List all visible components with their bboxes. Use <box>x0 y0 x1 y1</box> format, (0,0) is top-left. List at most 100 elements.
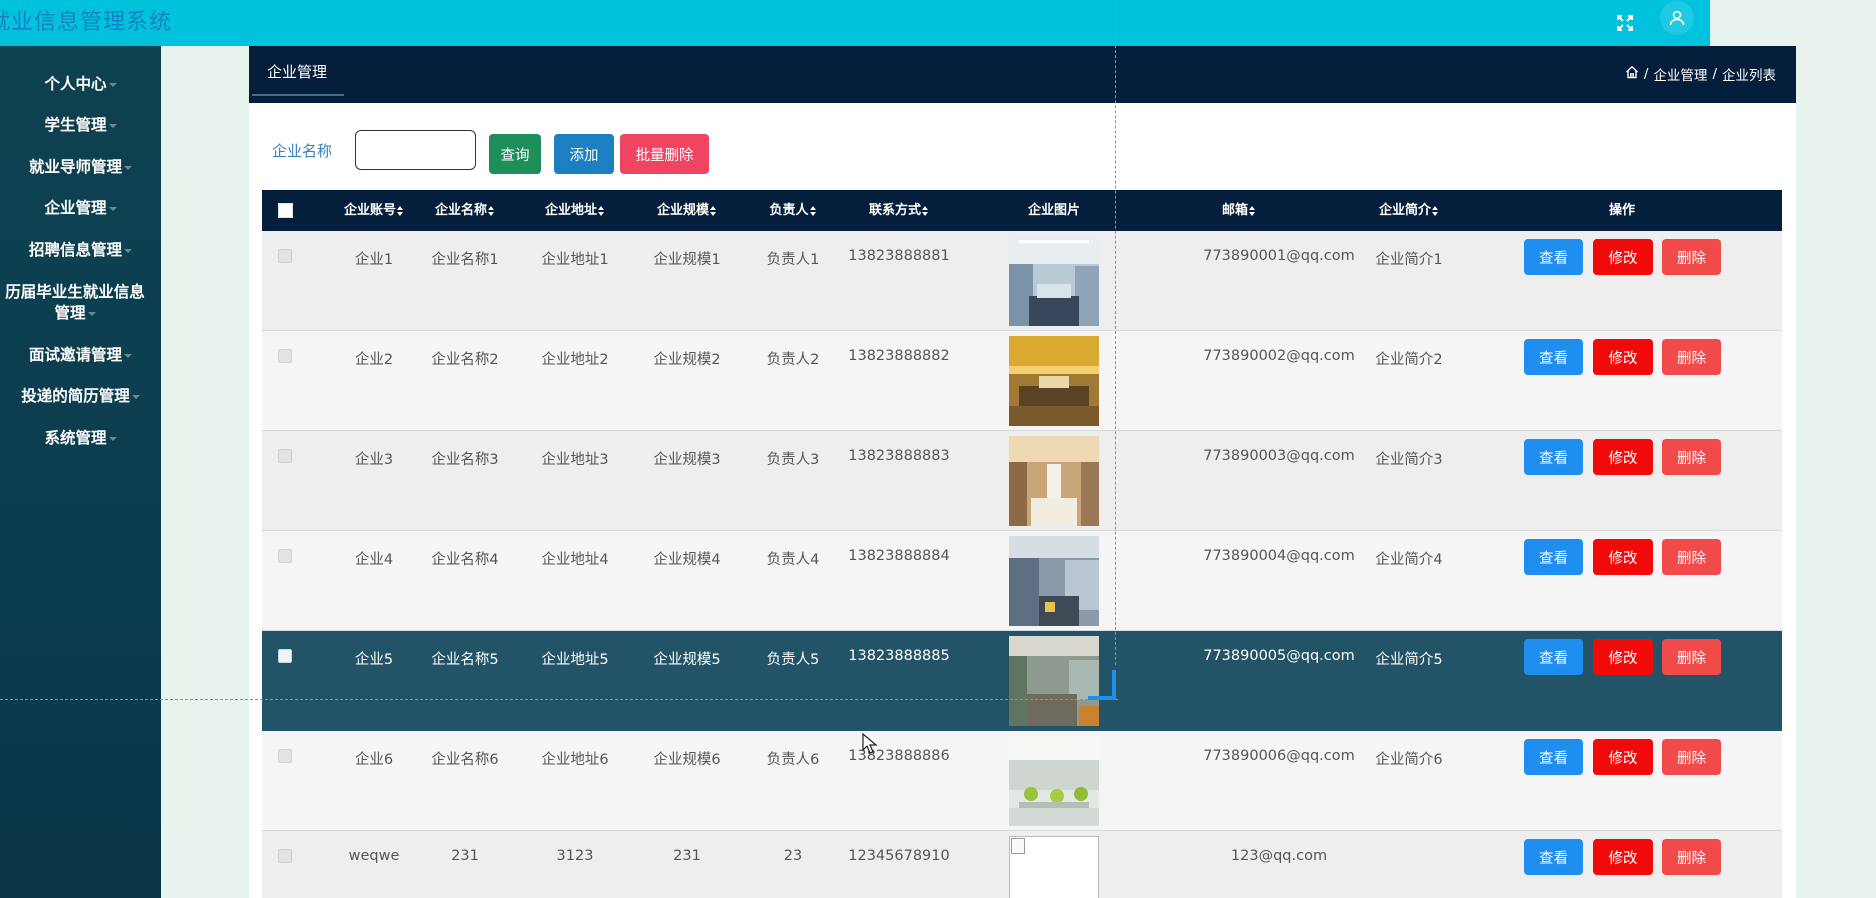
column-header-address[interactable]: 企业地址 <box>525 190 625 231</box>
selection-guide-horizontal <box>0 699 1118 700</box>
view-button[interactable]: 查看 <box>1524 239 1583 275</box>
sidebar-item-label-line2: 管理 <box>54 304 86 322</box>
user-icon[interactable] <box>1660 1 1694 35</box>
row-checkbox[interactable] <box>278 349 292 363</box>
enterprise-image[interactable] <box>1009 436 1099 526</box>
enterprise-image[interactable] <box>1009 736 1099 826</box>
row-checkbox[interactable] <box>278 549 292 563</box>
edit-button[interactable]: 修改 <box>1593 639 1653 675</box>
edit-button[interactable]: 修改 <box>1593 439 1653 475</box>
sidebar-item-system[interactable]: 系统管理 <box>0 428 161 449</box>
cell-name: 企业名称4 <box>431 552 499 568</box>
view-button[interactable]: 查看 <box>1524 339 1583 375</box>
cell-intro: 企业简介3 <box>1375 452 1443 468</box>
cell-email: 773890005@qq.com <box>1203 648 1355 664</box>
delete-button[interactable]: 删除 <box>1662 739 1721 775</box>
row-checkbox[interactable] <box>278 649 292 663</box>
column-header-email[interactable]: 邮箱 <box>1189 190 1289 231</box>
caret-down-icon <box>108 206 117 211</box>
row-checkbox[interactable] <box>278 449 292 463</box>
edit-button[interactable]: 修改 <box>1593 339 1653 375</box>
sort-icon[interactable] <box>922 205 929 216</box>
cell-scale: 企业规模4 <box>653 552 721 568</box>
selection-corner-handle[interactable] <box>1088 670 1116 700</box>
batch-delete-button[interactable]: 批量删除 <box>620 134 709 174</box>
cell-account: 企业6 <box>354 752 394 768</box>
enterprise-image[interactable] <box>1009 536 1099 626</box>
broken-image-icon[interactable] <box>1009 836 1099 898</box>
table-row[interactable]: 企业5 企业名称5 企业地址5 企业规模5 负责人5 13823888885 7… <box>262 631 1782 731</box>
sidebar-item-resumes[interactable]: 投递的简历管理 <box>0 386 161 407</box>
edit-button[interactable]: 修改 <box>1593 539 1653 575</box>
caret-down-icon <box>124 165 132 170</box>
table-row[interactable]: 企业4 企业名称4 企业地址4 企业规模4 负责人4 13823888884 7… <box>262 531 1782 631</box>
delete-button[interactable]: 删除 <box>1662 839 1721 875</box>
sort-icon[interactable] <box>1432 205 1439 216</box>
sort-icon[interactable] <box>397 205 404 216</box>
cell-scale: 企业规模3 <box>653 452 721 468</box>
table-row[interactable]: weqwe 231 3123 231 23 12345678910 123@qq… <box>262 831 1782 898</box>
view-button[interactable]: 查看 <box>1524 839 1583 875</box>
sidebar-item-personal-center[interactable]: 个人中心 <box>0 74 161 95</box>
sort-icon[interactable] <box>1249 205 1256 216</box>
sort-icon[interactable] <box>488 205 495 216</box>
cell-address: 企业地址3 <box>541 452 609 468</box>
table-header: 企业账号 企业名称 企业地址 企业规模 负责人 联系方式 企业图片 邮箱 企业简… <box>262 190 1782 231</box>
cell-address: 企业地址6 <box>541 752 609 768</box>
sidebar-item-mentors[interactable]: 就业导师管理 <box>0 157 161 178</box>
delete-button[interactable]: 删除 <box>1662 439 1721 475</box>
query-button[interactable]: 查询 <box>489 134 541 174</box>
sidebar-item-graduates[interactable]: 历届毕业生就业信息 管理 <box>0 282 160 324</box>
row-checkbox[interactable] <box>278 749 292 763</box>
select-all-checkbox[interactable] <box>278 203 293 218</box>
edit-button[interactable]: 修改 <box>1593 239 1653 275</box>
enterprise-image[interactable] <box>1009 636 1099 726</box>
delete-button[interactable]: 删除 <box>1662 539 1721 575</box>
top-header: 就业信息管理系统 <box>0 0 1710 46</box>
column-header-intro[interactable]: 企业简介 <box>1359 190 1459 231</box>
table-row[interactable]: 企业2 企业名称2 企业地址2 企业规模2 负责人2 13823888882 7… <box>262 331 1782 431</box>
add-button[interactable]: 添加 <box>554 134 614 174</box>
sidebar-item-label: 系统管理 <box>44 429 107 447</box>
cell-account: 企业3 <box>354 452 394 468</box>
column-header-scale[interactable]: 企业规模 <box>637 190 737 231</box>
edit-button[interactable]: 修改 <box>1593 739 1653 775</box>
cell-email: 773890004@qq.com <box>1203 548 1355 564</box>
table-row[interactable]: 企业1 企业名称1 企业地址1 企业规模1 负责人1 13823888881 7… <box>262 231 1782 331</box>
row-checkbox[interactable] <box>278 249 292 263</box>
sort-icon[interactable] <box>598 205 605 216</box>
search-label: 企业名称 <box>272 142 333 160</box>
table-row[interactable]: 企业3 企业名称3 企业地址3 企业规模3 负责人3 13823888883 7… <box>262 431 1782 531</box>
delete-button[interactable]: 删除 <box>1662 339 1721 375</box>
view-button[interactable]: 查看 <box>1524 439 1583 475</box>
enterprise-image[interactable] <box>1009 236 1099 326</box>
tab-enterprise-management[interactable]: 企业管理 <box>252 62 344 96</box>
enterprise-image[interactable] <box>1009 336 1099 426</box>
column-header-owner[interactable]: 负责人 <box>743 190 843 231</box>
enterprise-name-search-input[interactable] <box>355 130 476 170</box>
column-header-phone[interactable]: 联系方式 <box>839 190 959 231</box>
column-header-name[interactable]: 企业名称 <box>415 190 515 231</box>
sidebar-item-label: 企业管理 <box>44 199 107 217</box>
cell-account: 企业2 <box>354 352 394 368</box>
expand-icon[interactable] <box>1610 8 1640 38</box>
cell-name: 企业名称2 <box>431 352 499 368</box>
home-icon[interactable] <box>1625 65 1639 83</box>
sort-icon[interactable] <box>809 205 817 216</box>
sidebar-item-students[interactable]: 学生管理 <box>0 115 161 136</box>
cell-intro: 企业简介2 <box>1375 352 1443 368</box>
table-row[interactable]: 企业6 企业名称6 企业地址6 企业规模6 负责人6 13823888886 7… <box>262 731 1782 831</box>
sidebar-item-recruitment[interactable]: 招聘信息管理 <box>0 240 161 261</box>
sidebar-item-enterprises[interactable]: 企业管理 <box>0 198 161 219</box>
row-checkbox[interactable] <box>278 849 292 863</box>
edit-button[interactable]: 修改 <box>1593 839 1653 875</box>
sort-icon[interactable] <box>710 205 717 216</box>
delete-button[interactable]: 删除 <box>1662 639 1721 675</box>
delete-button[interactable]: 删除 <box>1662 239 1721 275</box>
sidebar-item-interviews[interactable]: 面试邀请管理 <box>0 345 161 366</box>
view-button[interactable]: 查看 <box>1524 739 1583 775</box>
view-button[interactable]: 查看 <box>1524 639 1583 675</box>
view-button[interactable]: 查看 <box>1524 539 1583 575</box>
column-header-account[interactable]: 企业账号 <box>324 190 424 231</box>
breadcrumb-level1[interactable]: 企业管理 <box>1653 64 1707 84</box>
